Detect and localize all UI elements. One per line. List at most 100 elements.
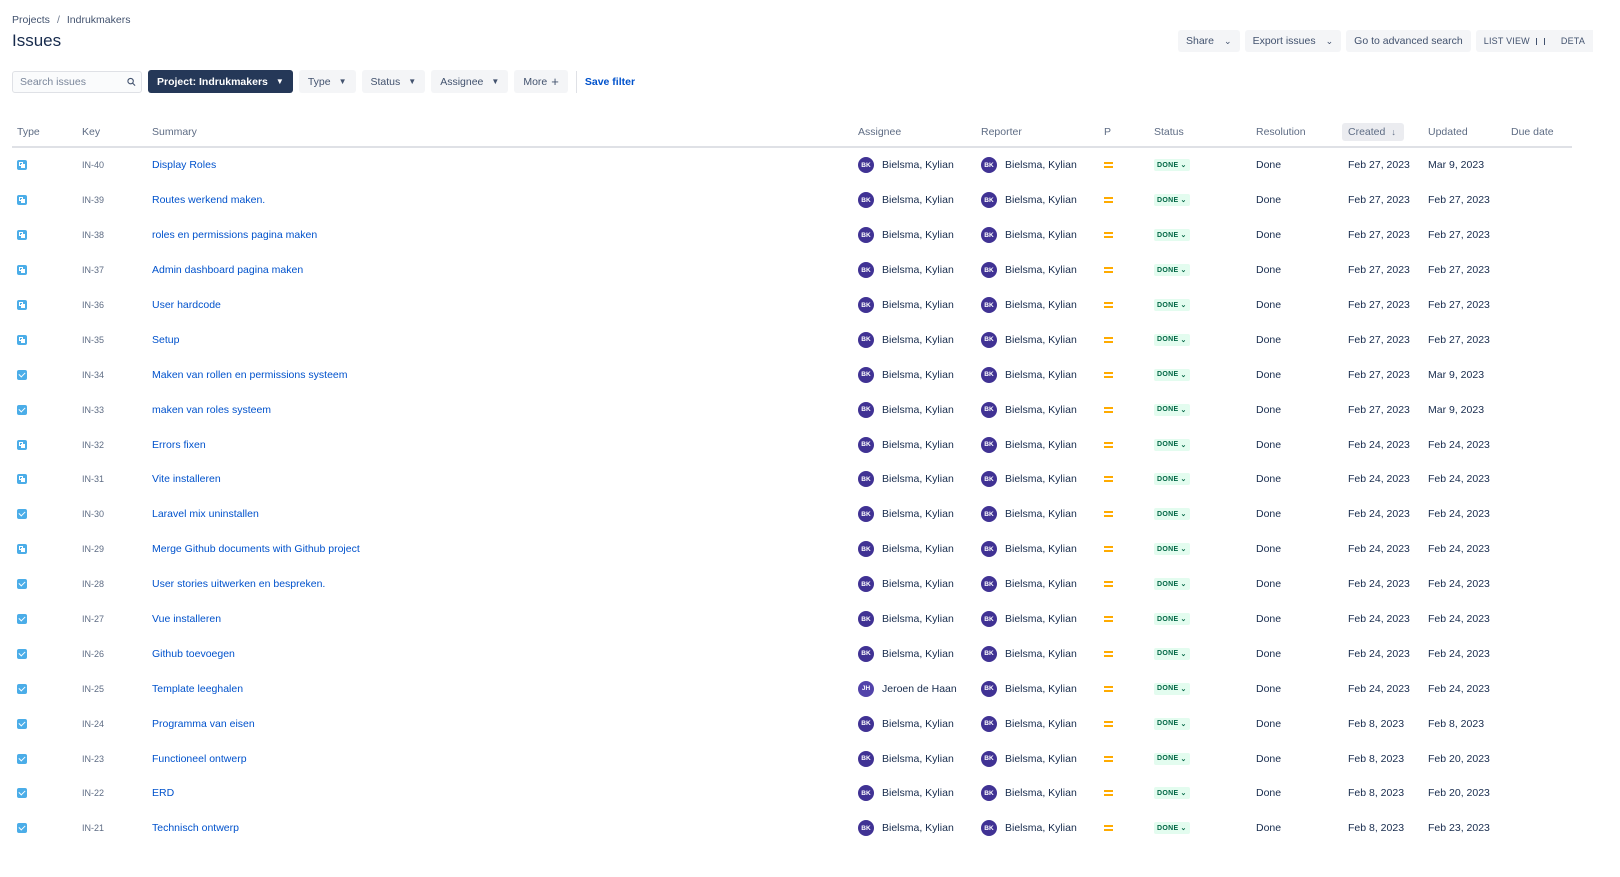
issue-summary-link[interactable]: Github toevoegen [152, 648, 235, 660]
table-row[interactable]: IN-31 Vite installeren BK Bielsma, Kylian BK… [12, 462, 1572, 497]
issue-summary-link[interactable]: Routes werkend maken. [152, 194, 265, 206]
status-badge[interactable]: DONE ⌄ [1154, 368, 1190, 381]
status-badge[interactable]: DONE ⌄ [1154, 822, 1190, 835]
table-row[interactable]: IN-29 Merge Github documents with Github … [12, 532, 1572, 567]
advanced-search-button[interactable]: Go to advanced search [1346, 30, 1471, 52]
issue-key[interactable]: IN-23 [82, 754, 104, 764]
issue-summary-link[interactable]: Programma van eisen [152, 718, 255, 730]
more-filters-button[interactable]: More + [514, 70, 568, 93]
table-row[interactable]: IN-23 Functioneel ontwerp BK Bielsma, Kylia… [12, 741, 1572, 776]
reporter-cell[interactable]: BK Bielsma, Kylian [981, 541, 1077, 558]
table-row[interactable]: IN-26 Github toevoegen BK Bielsma, Kylian BK… [12, 636, 1572, 671]
issue-key[interactable]: IN-34 [82, 370, 104, 380]
table-row[interactable]: IN-24 Programma van eisen BK Bielsma, Kylia… [12, 706, 1572, 741]
detail-view-button[interactable]: DETA [1552, 30, 1594, 52]
column-header-priority[interactable]: P [1104, 126, 1111, 138]
issue-key[interactable]: IN-28 [82, 579, 104, 589]
save-filter-link[interactable]: Save filter [585, 76, 635, 88]
table-row[interactable]: IN-25 Template leeghalen JH Jeroen de Haan B… [12, 671, 1572, 706]
reporter-cell[interactable]: BK Bielsma, Kylian [981, 192, 1077, 209]
assignee-cell[interactable]: BK Bielsma, Kylian [858, 715, 954, 732]
reporter-cell[interactable]: BK Bielsma, Kylian [981, 576, 1077, 593]
assignee-cell[interactable]: BK Bielsma, Kylian [858, 541, 954, 558]
table-row[interactable]: IN-21 Technisch ontwerp BK Bielsma, Kylian B… [12, 811, 1572, 846]
status-badge[interactable]: DONE ⌄ [1154, 438, 1190, 451]
status-badge[interactable]: DONE ⌄ [1154, 682, 1190, 695]
status-badge[interactable]: DONE ⌄ [1154, 578, 1190, 591]
export-issues-button[interactable]: Export issues ⌄ [1244, 30, 1342, 52]
column-header-type[interactable]: Type [17, 126, 40, 138]
issue-summary-link[interactable]: Merge Github documents with Github proje… [152, 543, 360, 555]
issue-summary-link[interactable]: ERD [152, 787, 174, 799]
status-badge[interactable]: DONE ⌄ [1154, 333, 1190, 346]
column-header-resolution[interactable]: Resolution [1256, 126, 1306, 138]
table-row[interactable]: IN-22 ERD BK Bielsma, Kylian BK Bielsma, Kyli… [12, 776, 1572, 811]
status-badge[interactable]: DONE ⌄ [1154, 473, 1190, 486]
column-header-status[interactable]: Status [1154, 126, 1184, 138]
assignee-cell[interactable]: BK Bielsma, Kylian [858, 611, 954, 628]
column-header-summary[interactable]: Summary [152, 126, 197, 138]
status-badge[interactable]: DONE ⌄ [1154, 194, 1190, 207]
issue-key[interactable]: IN-31 [82, 474, 104, 484]
reporter-cell[interactable]: BK Bielsma, Kylian [981, 785, 1077, 802]
issue-key[interactable]: IN-25 [82, 684, 104, 694]
type-filter-button[interactable]: Type ▼ [298, 70, 356, 93]
status-badge[interactable]: DONE ⌄ [1154, 229, 1190, 242]
assignee-cell[interactable]: BK Bielsma, Kylian [858, 331, 954, 348]
issue-summary-link[interactable]: Maken van rollen en permissions systeem [152, 369, 348, 381]
assignee-cell[interactable]: BK Bielsma, Kylian [858, 366, 954, 383]
assignee-cell[interactable]: BK Bielsma, Kylian [858, 645, 954, 662]
reporter-cell[interactable]: BK Bielsma, Kylian [981, 331, 1077, 348]
issue-key[interactable]: IN-38 [82, 230, 104, 240]
assignee-cell[interactable]: BK Bielsma, Kylian [858, 227, 954, 244]
assignee-filter-button[interactable]: Assignee ▼ [431, 70, 509, 93]
table-row[interactable]: IN-28 User stories uitwerken en bespreken… [12, 567, 1572, 602]
issue-summary-link[interactable]: Errors fixen [152, 439, 206, 451]
table-row[interactable]: IN-36 User hardcode BK Bielsma, Kylian BK Bie… [12, 288, 1572, 323]
issue-summary-link[interactable]: Display Roles [152, 159, 216, 171]
issue-summary-link[interactable]: Laravel mix uninstallen [152, 508, 259, 520]
status-filter-button[interactable]: Status ▼ [361, 70, 426, 93]
reporter-cell[interactable]: BK Bielsma, Kylian [981, 506, 1077, 523]
assignee-cell[interactable]: BK Bielsma, Kylian [858, 506, 954, 523]
reporter-cell[interactable]: BK Bielsma, Kylian [981, 227, 1077, 244]
status-badge[interactable]: DONE ⌄ [1154, 613, 1190, 626]
reporter-cell[interactable]: BK Bielsma, Kylian [981, 436, 1077, 453]
assignee-cell[interactable]: BK Bielsma, Kylian [858, 576, 954, 593]
column-header-key[interactable]: Key [82, 126, 100, 138]
assignee-cell[interactable]: BK Bielsma, Kylian [858, 157, 954, 174]
status-badge[interactable]: DONE ⌄ [1154, 787, 1190, 800]
status-badge[interactable]: DONE ⌄ [1154, 159, 1190, 172]
table-row[interactable]: IN-40 Display Roles BK Bielsma, Kylian BK Bie… [12, 148, 1572, 183]
project-filter-button[interactable]: Project: Indrukmakers ▼ [148, 70, 293, 93]
issue-key[interactable]: IN-26 [82, 649, 104, 659]
issue-summary-link[interactable]: Functioneel ontwerp [152, 753, 247, 765]
issue-key[interactable]: IN-40 [82, 160, 104, 170]
column-header-updated[interactable]: Updated [1428, 126, 1468, 138]
reporter-cell[interactable]: BK Bielsma, Kylian [981, 157, 1077, 174]
issue-summary-link[interactable]: User stories uitwerken en bespreken. [152, 578, 325, 590]
issue-key[interactable]: IN-30 [82, 509, 104, 519]
list-view-button[interactable]: LIST VIEW [1475, 30, 1553, 52]
issue-summary-link[interactable]: Vite installeren [152, 473, 221, 485]
issue-summary-link[interactable]: Setup [152, 334, 179, 346]
assignee-cell[interactable]: BK Bielsma, Kylian [858, 785, 954, 802]
issue-key[interactable]: IN-27 [82, 614, 104, 624]
assignee-cell[interactable]: BK Bielsma, Kylian [858, 471, 954, 488]
reporter-cell[interactable]: BK Bielsma, Kylian [981, 471, 1077, 488]
issue-key[interactable]: IN-39 [82, 195, 104, 205]
status-badge[interactable]: DONE ⌄ [1154, 508, 1190, 521]
issue-key[interactable]: IN-33 [82, 405, 104, 415]
table-row[interactable]: IN-39 Routes werkend maken. BK Bielsma, Kyl… [12, 183, 1572, 218]
column-header-assignee[interactable]: Assignee [858, 126, 901, 138]
assignee-cell[interactable]: BK Bielsma, Kylian [858, 262, 954, 279]
reporter-cell[interactable]: BK Bielsma, Kylian [981, 820, 1077, 837]
issue-summary-link[interactable]: maken van roles systeem [152, 404, 271, 416]
issue-key[interactable]: IN-29 [82, 544, 104, 554]
reporter-cell[interactable]: BK Bielsma, Kylian [981, 297, 1077, 313]
table-row[interactable]: IN-30 Laravel mix uninstallen BK Bielsma, K… [12, 497, 1572, 532]
assignee-cell[interactable]: BK Bielsma, Kylian [858, 820, 954, 837]
reporter-cell[interactable]: BK Bielsma, Kylian [981, 401, 1077, 418]
reporter-cell[interactable]: BK Bielsma, Kylian [981, 262, 1077, 279]
reporter-cell[interactable]: BK Bielsma, Kylian [981, 680, 1077, 697]
